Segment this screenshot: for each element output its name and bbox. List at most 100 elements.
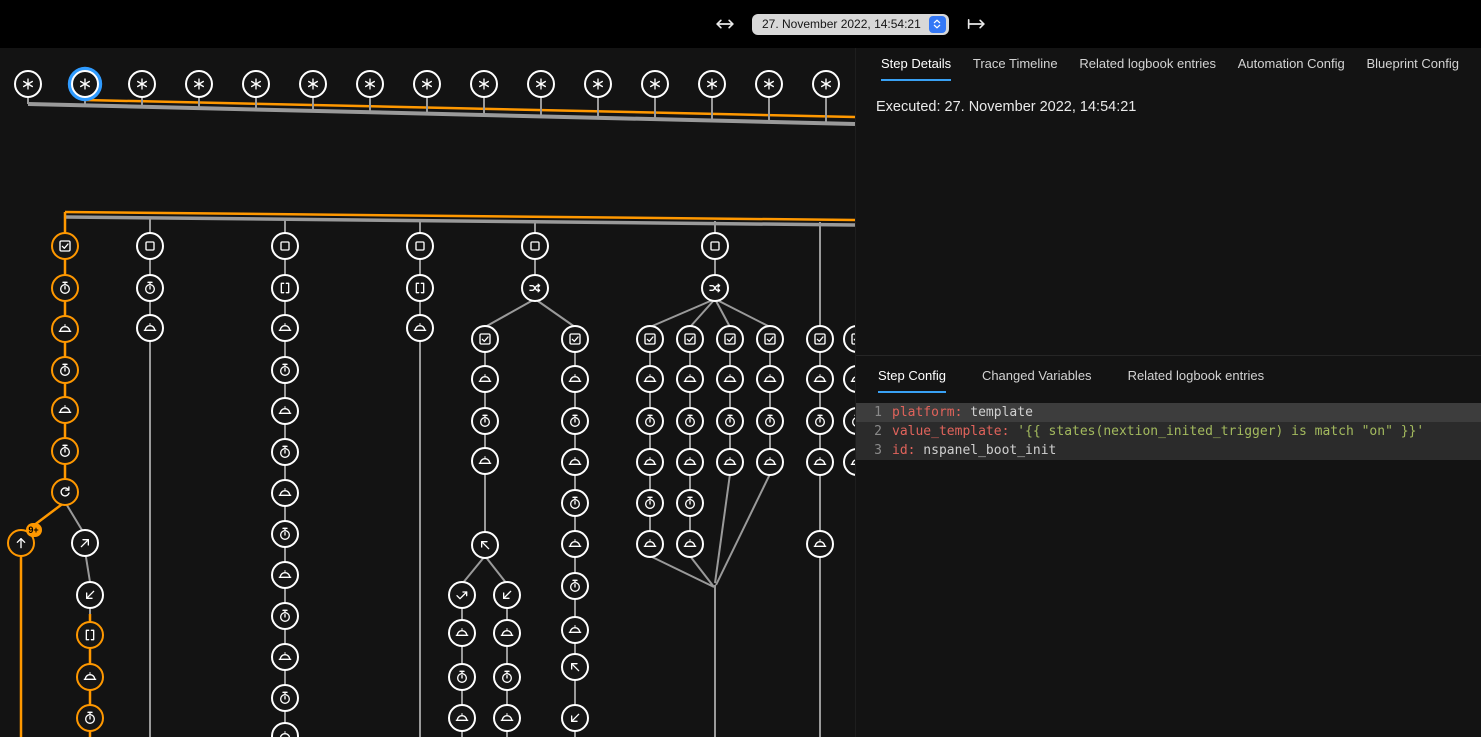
graph-node-shuffle[interactable] xyxy=(521,274,549,302)
graph-node-checkbox[interactable] xyxy=(636,325,664,353)
step-config-code-editor[interactable]: 1 platform: template 2 value_template: '… xyxy=(856,403,1481,460)
graph-node-timer[interactable] xyxy=(843,407,856,435)
graph-node-dome[interactable] xyxy=(561,365,589,393)
graph-node-timer[interactable] xyxy=(471,407,499,435)
previous-run-icon[interactable] xyxy=(712,11,738,37)
tab-related-logbook-entries[interactable]: Related logbook entries xyxy=(1079,48,1216,81)
graph-node-dome[interactable] xyxy=(636,448,664,476)
graph-node-asterisk[interactable] xyxy=(242,70,270,98)
graph-node-timer[interactable] xyxy=(716,407,744,435)
tab-step-config[interactable]: Step Config xyxy=(878,360,946,393)
graph-node-timer[interactable] xyxy=(448,663,476,691)
tab-blueprint-config[interactable]: Blueprint Config xyxy=(1366,48,1459,81)
tab-step-details[interactable]: Step Details xyxy=(881,48,951,81)
graph-node-square[interactable] xyxy=(136,232,164,260)
graph-node-brackets[interactable] xyxy=(406,274,434,302)
tab-automation-config[interactable]: Automation Config xyxy=(1238,48,1345,81)
graph-node-shuffle[interactable] xyxy=(701,274,729,302)
graph-node-timer[interactable] xyxy=(806,407,834,435)
graph-node-square[interactable] xyxy=(701,232,729,260)
graph-node-timer[interactable] xyxy=(271,356,299,384)
graph-node-dome[interactable] xyxy=(806,530,834,558)
graph-node-dome[interactable] xyxy=(136,314,164,342)
graph-node-timer[interactable] xyxy=(271,602,299,630)
graph-node-brackets[interactable] xyxy=(76,621,104,649)
next-run-icon[interactable] xyxy=(963,11,989,37)
graph-node-timer[interactable] xyxy=(636,407,664,435)
tab-changed-variables[interactable]: Changed Variables xyxy=(982,360,1092,393)
graph-node-timer[interactable] xyxy=(271,520,299,548)
graph-node-asterisk[interactable] xyxy=(812,70,840,98)
graph-node-timer[interactable] xyxy=(676,489,704,517)
graph-node-asterisk[interactable] xyxy=(584,70,612,98)
graph-node-arrow-down-left[interactable] xyxy=(493,581,521,609)
graph-node-dome[interactable] xyxy=(806,448,834,476)
graph-node-timer[interactable] xyxy=(76,704,104,732)
graph-node-dome[interactable] xyxy=(676,530,704,558)
graph-node-square[interactable] xyxy=(521,232,549,260)
graph-node-asterisk[interactable] xyxy=(527,70,555,98)
graph-node-timer[interactable] xyxy=(561,489,589,517)
graph-node-arrow-up-left[interactable] xyxy=(561,653,589,681)
run-selector[interactable]: 27. November 2022, 14:54:21 xyxy=(752,14,949,35)
graph-node-timer[interactable] xyxy=(676,407,704,435)
graph-node-asterisk[interactable] xyxy=(755,70,783,98)
tab-trace-timeline[interactable]: Trace Timeline xyxy=(973,48,1058,81)
graph-node-dome[interactable] xyxy=(806,365,834,393)
graph-node-checkbox[interactable] xyxy=(51,232,79,260)
graph-node-dome[interactable] xyxy=(756,448,784,476)
graph-node-arrow-up-right[interactable] xyxy=(71,529,99,557)
graph-node-dome[interactable] xyxy=(716,365,744,393)
graph-node-dome[interactable] xyxy=(271,314,299,342)
graph-node-arrow-down-left[interactable] xyxy=(561,704,589,732)
graph-node-dome[interactable] xyxy=(493,704,521,732)
graph-node-dome[interactable] xyxy=(676,448,704,476)
graph-node-timer[interactable] xyxy=(51,356,79,384)
graph-node-timer[interactable] xyxy=(756,407,784,435)
graph-node-asterisk[interactable] xyxy=(698,70,726,98)
graph-node-timer[interactable] xyxy=(271,684,299,712)
graph-node-dome[interactable] xyxy=(406,314,434,342)
graph-node-dome[interactable] xyxy=(471,365,499,393)
run-stepper-icon[interactable] xyxy=(929,16,946,33)
graph-node-dome[interactable] xyxy=(471,447,499,475)
graph-node-dome[interactable] xyxy=(51,396,79,424)
graph-node-timer[interactable] xyxy=(51,274,79,302)
graph-node-timer[interactable] xyxy=(271,438,299,466)
graph-node-dome[interactable] xyxy=(493,619,521,647)
graph-node-dome[interactable] xyxy=(716,448,744,476)
graph-node-checkbox[interactable] xyxy=(806,325,834,353)
graph-node-dome[interactable] xyxy=(448,704,476,732)
graph-node-dome[interactable] xyxy=(756,365,784,393)
graph-node-checkbox[interactable] xyxy=(843,325,856,353)
graph-node-asterisk[interactable] xyxy=(185,70,213,98)
graph-node-timer[interactable] xyxy=(136,274,164,302)
graph-node-dome[interactable] xyxy=(843,365,856,393)
graph-node-dome[interactable] xyxy=(271,643,299,671)
graph-node-dome[interactable] xyxy=(271,561,299,589)
graph-node-checkbox[interactable] xyxy=(561,325,589,353)
graph-node-dome[interactable] xyxy=(561,616,589,644)
graph-node-arrow-up[interactable]: 9+ xyxy=(7,529,35,557)
graph-node-timer[interactable] xyxy=(561,407,589,435)
graph-node-dome[interactable] xyxy=(271,722,299,737)
graph-node-dome[interactable] xyxy=(76,663,104,691)
graph-node-asterisk[interactable] xyxy=(356,70,384,98)
graph-node-asterisk[interactable] xyxy=(470,70,498,98)
graph-node-dome[interactable] xyxy=(448,619,476,647)
graph-node-arrow-up-left[interactable] xyxy=(471,531,499,559)
graph-node-dome[interactable] xyxy=(636,530,664,558)
tab-config-related-logbook-entries[interactable]: Related logbook entries xyxy=(1128,360,1265,393)
graph-node-checkbox[interactable] xyxy=(471,325,499,353)
graph-node-checkbox[interactable] xyxy=(756,325,784,353)
graph-node-repeat[interactable] xyxy=(51,478,79,506)
graph-node-dome[interactable] xyxy=(271,397,299,425)
graph-node-timer[interactable] xyxy=(493,663,521,691)
graph-node-asterisk[interactable] xyxy=(641,70,669,98)
graph-node-dome[interactable] xyxy=(561,530,589,558)
graph-node-checkbox[interactable] xyxy=(676,325,704,353)
graph-node-asterisk[interactable] xyxy=(14,70,42,98)
graph-node-asterisk[interactable] xyxy=(413,70,441,98)
graph-node-arrow-down-left[interactable] xyxy=(76,581,104,609)
graph-node-dome[interactable] xyxy=(636,365,664,393)
